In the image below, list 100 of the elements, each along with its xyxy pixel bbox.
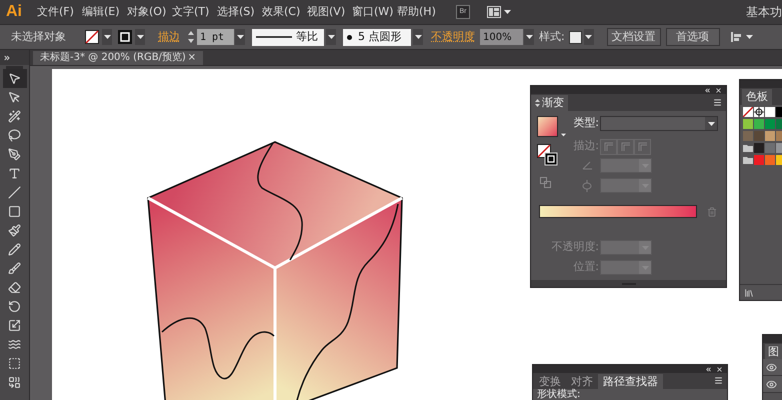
panel-tab[interactable]: 图 [765,344,782,359]
fill-none-swatch[interactable] [85,30,99,44]
stepper-arrows-icon[interactable] [187,30,195,44]
menu-item[interactable]: 效果(C) [262,4,307,20]
line-icon [256,36,292,38]
type-label: 类型: [572,115,600,132]
dropdown-button[interactable] [135,29,145,45]
menu-item[interactable]: 帮助(H) [397,4,442,20]
color-swatch[interactable] [765,119,775,129]
lasso-icon [8,129,21,142]
toolbar-button[interactable]: 首选项 [666,28,720,46]
menu-item[interactable]: 文件(F) [37,4,82,20]
line-icon [8,186,21,199]
corner-icon [604,142,613,151]
menu-item[interactable]: 视图(V) [307,4,352,20]
eraser-icon [8,281,21,294]
up-down-arrows-icon [535,99,540,107]
document-tab[interactable]: 未标题-3* @ 200% (RGB/预览) × [33,51,203,65]
fill-stroke-icon[interactable] [537,144,558,166]
stroke-swatch[interactable] [118,30,132,44]
arrow-cursor-icon [8,72,21,85]
dropdown-button[interactable] [235,29,245,45]
dropdown-button[interactable] [102,29,112,45]
letter-t-icon [8,167,21,180]
bars-icon[interactable] [730,31,742,43]
dropdown-button[interactable] [584,29,594,45]
caret-icon [561,133,566,137]
rotate-arrow-icon [8,300,21,313]
color-swatch[interactable] [754,155,764,165]
caret-icon [585,35,592,39]
wave-icon [8,338,21,351]
collapse-icon[interactable] [705,366,712,372]
stroke-profile-dropdown[interactable]: 等比 [252,28,324,46]
color-swatch[interactable] [743,131,753,141]
panel-menu-icon[interactable] [714,376,723,385]
opacity-link[interactable]: 不透明度 [431,28,475,46]
collapse-icon[interactable] [704,86,711,94]
caret-icon [504,10,511,14]
section-label: 形状模式: [536,389,582,400]
panel-tab[interactable]: 路径查找器 [598,374,663,389]
menu-item[interactable]: 文字(T) [172,4,217,20]
dropdown-button[interactable] [524,29,534,45]
panel-tab[interactable]: 渐变 [531,95,568,111]
caret-icon [136,35,144,39]
layout-icon[interactable] [487,6,501,18]
color-swatch[interactable] [743,119,753,129]
menu-item[interactable]: 对象(O) [127,4,172,20]
none-swatch[interactable] [743,107,753,117]
corner-icon [638,142,647,151]
document-title: 未标题-3* @ 200% (RGB/预览) [40,52,186,64]
caret-icon [104,35,110,39]
brush-dropdown[interactable]: 5 点圆形 [343,28,411,46]
dropdown-button[interactable] [413,29,423,45]
eye-icon[interactable] [766,362,777,372]
rectangle-icon [8,205,21,218]
color-swatch[interactable] [765,143,775,153]
opacity-field[interactable]: 100% [480,29,523,45]
opacity-label: 不透明度: [550,239,600,256]
menu-item[interactable]: 选择(S) [217,4,262,20]
toolbar-button[interactable]: 文档设置 [606,28,661,46]
gradient-swatch[interactable] [537,116,558,137]
color-swatch[interactable] [765,131,775,141]
panel-tab[interactable]: 色板 [742,89,772,105]
brush-icon [8,262,21,275]
hollow-arrow-cursor-icon [8,91,21,104]
style-label: 样式: [539,28,565,45]
caret-icon [328,35,334,39]
library-icon[interactable] [744,288,754,298]
color-swatch[interactable] [754,131,764,141]
dropdown-button[interactable] [326,29,336,45]
app-logo: Ai [6,3,22,21]
close-button[interactable]: × [188,52,196,64]
tool-button[interactable] [2,69,26,88]
caret-icon [526,35,532,39]
location-label: 位置: [572,259,600,276]
expand-icon[interactable] [3,54,11,62]
color-swatch[interactable] [765,107,775,117]
pencil-icon [8,243,21,256]
stroke-link[interactable]: 描边 [158,28,180,46]
paintbrush-icon [8,224,21,237]
caret-icon [746,35,753,39]
color-swatch[interactable] [765,155,775,165]
panel-menu-icon[interactable] [713,98,722,107]
eye-icon[interactable] [766,378,777,390]
menu-item[interactable]: 窗口(W) [352,4,397,20]
magic-wand-icon [8,110,21,123]
color-swatch[interactable] [754,119,764,129]
selection-status: 未选择对象 [11,28,67,45]
scale-icon [8,319,21,332]
corner-icon [621,142,630,151]
style-swatch[interactable] [568,30,582,44]
close-icon[interactable] [715,86,722,94]
workspace-label[interactable]: 基本功 [746,3,782,21]
registration-swatch[interactable] [754,107,764,117]
color-swatch[interactable] [754,143,764,153]
stroke-weight-field[interactable]: 1 pt [197,29,234,45]
pen-nib-icon [8,148,21,161]
menu-item[interactable]: 编辑(E) [82,4,127,20]
dashed-square-icon [8,357,21,370]
close-icon[interactable] [716,366,723,372]
